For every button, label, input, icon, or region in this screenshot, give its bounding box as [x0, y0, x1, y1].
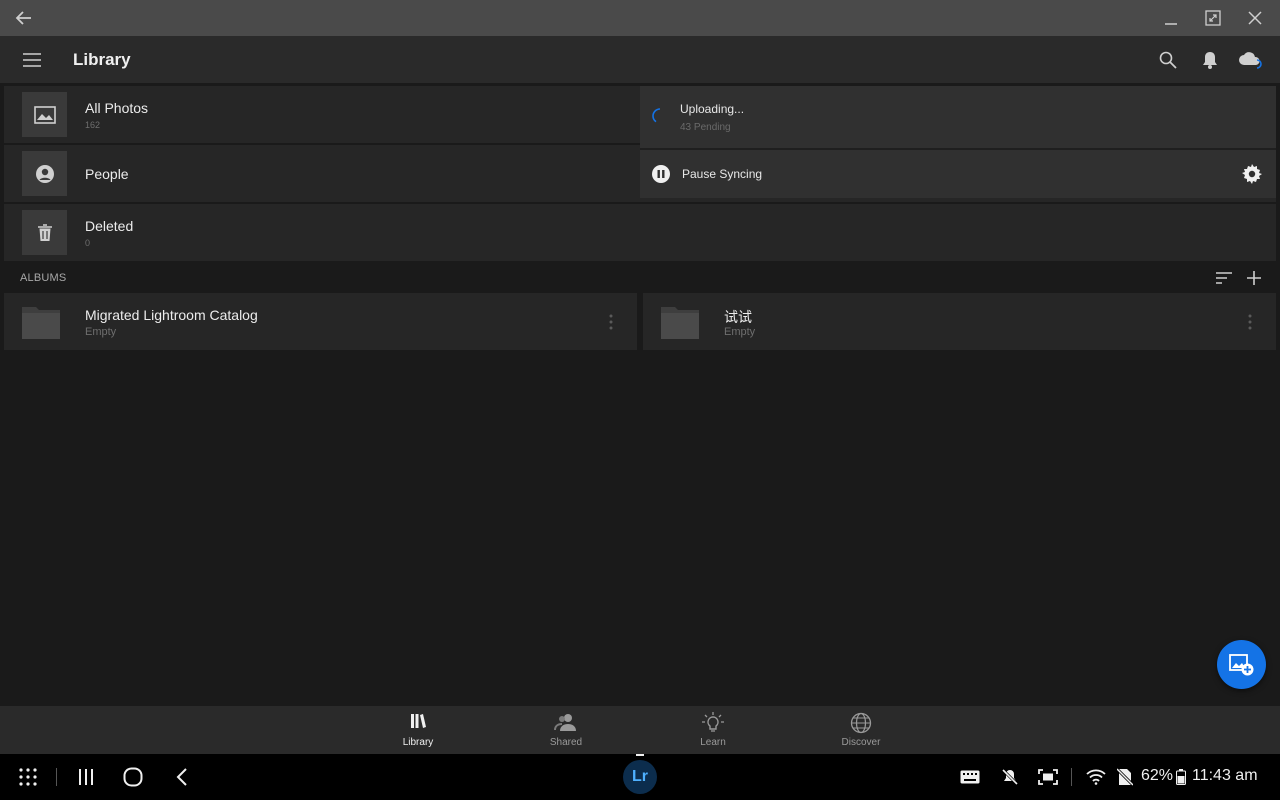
pending-count: 43 Pending	[680, 122, 731, 133]
recent-apps-icon[interactable]	[70, 754, 102, 800]
bottom-navigation: Library Shared Learn Discover	[0, 706, 1280, 754]
nav-label: Shared	[549, 737, 583, 748]
keyboard-icon[interactable]	[958, 754, 982, 800]
pause-syncing-label: Pause Syncing	[682, 167, 763, 181]
maximize-button[interactable]	[1193, 0, 1233, 36]
lightroom-app-badge: Lr	[623, 760, 657, 794]
hamburger-menu-icon[interactable]	[16, 48, 48, 72]
albums-section-header: ALBUMS	[0, 264, 1280, 292]
page-title: Library	[73, 50, 131, 69]
upload-status: Uploading... 43 Pending	[640, 86, 1276, 148]
trash-icon	[22, 210, 67, 255]
mute-icon[interactable]	[998, 754, 1022, 800]
pause-syncing-row[interactable]: Pause Syncing	[640, 150, 1276, 198]
album-status: Empty	[724, 326, 756, 338]
sort-icon[interactable]	[1213, 268, 1235, 288]
clock: 11:43 am	[1192, 767, 1258, 784]
pause-icon	[652, 165, 670, 188]
running-indicator	[636, 754, 644, 756]
window-title-bar	[0, 0, 1280, 36]
row-label: All Photos	[85, 100, 149, 116]
battery-percentage: 62%	[1141, 767, 1174, 784]
more-vert-icon[interactable]	[605, 311, 617, 333]
more-vert-icon[interactable]	[1244, 311, 1256, 333]
image-icon	[22, 92, 67, 137]
sync-status-popup: Uploading... 43 Pending Pause Syncing	[640, 86, 1276, 198]
bell-icon[interactable]	[1198, 48, 1222, 72]
row-label: Deleted	[85, 218, 134, 234]
person-icon	[22, 151, 67, 196]
nav-label: Library	[402, 737, 434, 748]
library-row-deleted[interactable]: Deleted 0	[4, 204, 1276, 261]
library-icon	[373, 712, 463, 734]
globe-icon	[816, 712, 906, 734]
taskbar-divider	[56, 768, 57, 786]
albums-label: ALBUMS	[20, 272, 67, 284]
cloud-sync-icon[interactable]	[1236, 48, 1266, 72]
loading-spinner-icon	[652, 108, 668, 129]
nav-back-icon[interactable]	[166, 754, 198, 800]
minimize-button[interactable]	[1151, 0, 1191, 36]
upload-title: Uploading...	[680, 102, 745, 116]
lightbulb-icon	[668, 712, 758, 734]
add-photos-button[interactable]	[1217, 640, 1266, 689]
nav-label: Discover	[841, 737, 881, 748]
taskbar-divider	[1071, 768, 1072, 786]
app-bar: Library	[0, 36, 1280, 84]
album-item[interactable]: Migrated Lightroom Catalog Empty	[4, 293, 637, 350]
system-taskbar: Lr 62% 11:43 am	[0, 754, 1280, 800]
album-status: Empty	[85, 326, 117, 338]
close-button[interactable]	[1235, 0, 1275, 36]
home-icon[interactable]	[117, 754, 149, 800]
app-drawer-icon[interactable]	[12, 754, 44, 800]
folder-icon	[22, 305, 60, 344]
album-item[interactable]: 试试 Empty	[643, 293, 1276, 350]
back-arrow-icon[interactable]	[4, 0, 44, 36]
screen-capture-icon[interactable]	[1036, 754, 1060, 800]
nav-learn[interactable]: Learn	[668, 706, 758, 754]
add-album-icon[interactable]	[1243, 268, 1265, 288]
nav-shared[interactable]: Shared	[521, 706, 611, 754]
shared-people-icon	[521, 712, 611, 734]
album-name: Migrated Lightroom Catalog	[85, 307, 258, 323]
add-photo-icon	[1228, 653, 1253, 675]
nav-library[interactable]: Library	[373, 706, 463, 754]
search-icon[interactable]	[1156, 48, 1180, 72]
battery-icon	[1174, 754, 1188, 800]
album-name: 试试	[724, 309, 752, 325]
folder-icon	[661, 305, 699, 344]
row-count: 162	[85, 120, 101, 130]
row-label: People	[85, 166, 129, 182]
lightroom-app-icon[interactable]: Lr	[622, 754, 658, 800]
wifi-icon	[1084, 754, 1108, 800]
row-count: 0	[85, 238, 91, 248]
no-sim-icon	[1114, 754, 1136, 800]
nav-discover[interactable]: Discover	[816, 706, 906, 754]
nav-label: Learn	[700, 737, 726, 748]
gear-icon[interactable]	[1242, 164, 1262, 189]
